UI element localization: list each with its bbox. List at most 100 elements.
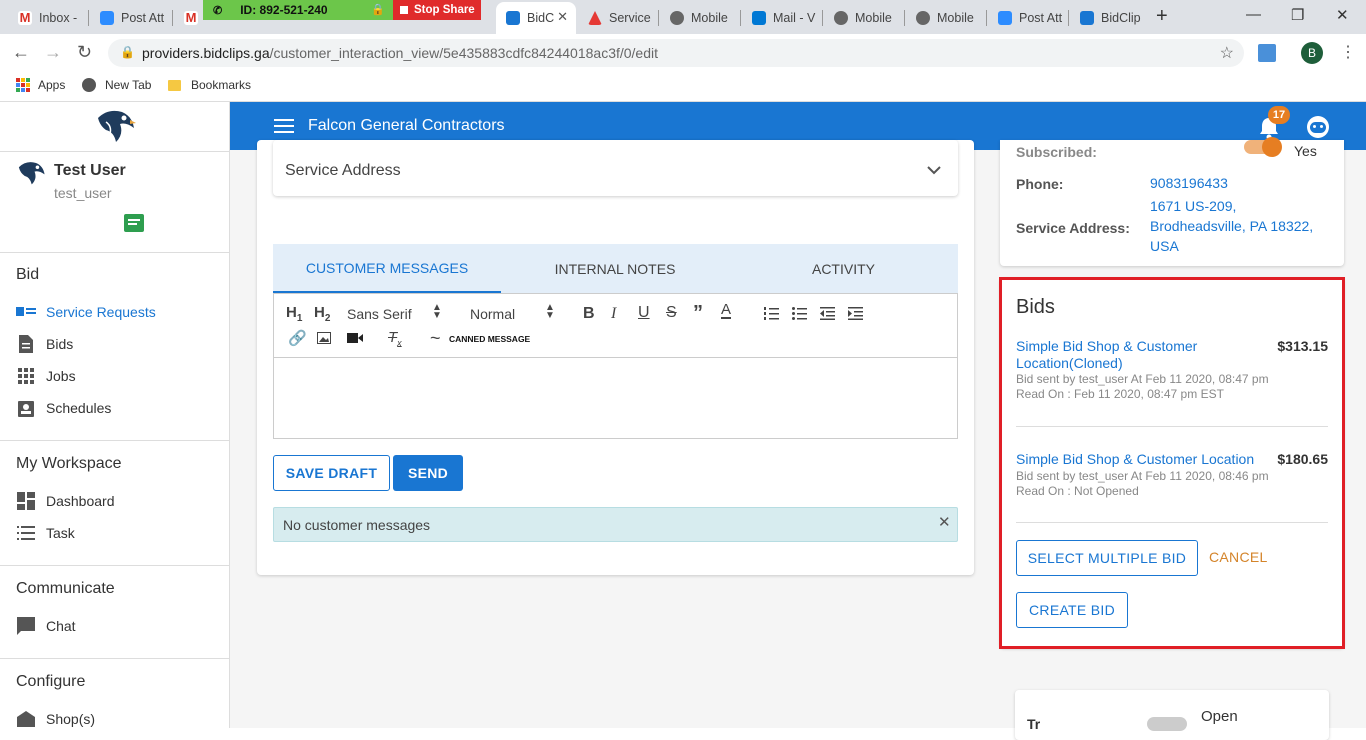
lock-icon: 🔒 bbox=[120, 45, 135, 59]
stop-share-label: Stop Share bbox=[414, 4, 475, 16]
sidebar-item-shops[interactable]: Shop(s) bbox=[16, 710, 95, 728]
browser-tab[interactable]: Post Att bbox=[90, 5, 170, 31]
maximize-icon[interactable]: ❐ bbox=[1291, 6, 1304, 24]
sidebar-item-jobs[interactable]: Jobs bbox=[16, 367, 76, 385]
no-messages-alert: No customer messages ✕ bbox=[273, 507, 958, 542]
bold-icon[interactable]: B bbox=[583, 305, 595, 323]
browser-tab[interactable]: Post Att bbox=[988, 5, 1068, 31]
section-my-workspace: My Workspace bbox=[16, 455, 122, 472]
url-input[interactable]: 🔒 providers.bidclips.ga/customer_interac… bbox=[108, 39, 1244, 67]
heading1-icon[interactable]: H1 bbox=[286, 304, 302, 324]
minimize-icon[interactable]: — bbox=[1246, 6, 1261, 23]
browser-tab[interactable]: Mobile bbox=[824, 5, 904, 31]
tilde-icon[interactable]: ~ bbox=[430, 328, 441, 349]
text-color-icon[interactable]: A bbox=[721, 302, 732, 319]
tab-customer-messages[interactable]: CUSTOMER MESSAGES bbox=[273, 244, 501, 293]
forward-icon[interactable]: → bbox=[44, 42, 62, 63]
bookmark-apps[interactable]: Apps bbox=[16, 78, 65, 92]
reload-icon[interactable]: ↻ bbox=[77, 42, 92, 63]
customer-details-card: Subscribed: Yes Phone: 9083196433 Servic… bbox=[1000, 137, 1344, 266]
chevron-down-icon[interactable] bbox=[927, 166, 941, 175]
tab-activity[interactable]: ACTIVITY bbox=[729, 244, 958, 293]
close-window-icon[interactable]: ✕ bbox=[1336, 6, 1349, 24]
browser-tab[interactable]: Mobile bbox=[660, 5, 740, 31]
list-icon bbox=[16, 524, 36, 542]
save-draft-button[interactable]: SAVE DRAFT bbox=[273, 455, 390, 491]
bookmark-new-tab[interactable]: New Tab bbox=[82, 78, 151, 92]
browser-tab[interactable]: M bbox=[174, 5, 204, 31]
company-title: Falcon General Contractors bbox=[308, 117, 505, 134]
bullet-list-icon[interactable] bbox=[792, 307, 807, 320]
browser-tab[interactable]: M Inbox - bbox=[8, 5, 88, 31]
heading2-icon[interactable]: H2 bbox=[314, 304, 330, 324]
browser-tab[interactable]: Mail - V bbox=[742, 5, 822, 31]
browser-tab-active[interactable]: BidC ✕ bbox=[496, 2, 576, 34]
message-body-input[interactable] bbox=[274, 358, 957, 438]
sidebar-item-dashboard[interactable]: Dashboard bbox=[16, 492, 115, 510]
back-icon[interactable]: ← bbox=[12, 42, 30, 63]
italic-icon[interactable]: I bbox=[611, 305, 616, 323]
phone-value[interactable]: 9083196433 bbox=[1150, 173, 1228, 193]
sidebar-item-chat[interactable]: Chat bbox=[16, 617, 76, 635]
account-icon[interactable] bbox=[1307, 116, 1329, 138]
bookmark-label: Apps bbox=[38, 78, 66, 92]
sidebar-item-bids[interactable]: Bids bbox=[16, 335, 73, 353]
service-address-value[interactable]: 1671 US-209, Brodheadsville, PA 18322, U… bbox=[1150, 196, 1330, 256]
clear-format-icon[interactable]: Tx bbox=[388, 329, 402, 348]
grid-icon bbox=[16, 367, 36, 385]
tab-label: Mobile bbox=[937, 11, 974, 25]
underline-icon[interactable]: U bbox=[638, 304, 650, 322]
section-communicate: Communicate bbox=[16, 580, 115, 597]
status-toggle[interactable] bbox=[1147, 717, 1187, 731]
service-icon bbox=[588, 11, 602, 25]
bidclips-icon bbox=[506, 11, 520, 25]
indent-icon[interactable] bbox=[848, 307, 863, 320]
tab-label: BidClip bbox=[1101, 11, 1141, 25]
font-family-select[interactable]: Sans Serif bbox=[347, 306, 412, 322]
status-value: Open bbox=[1201, 708, 1238, 725]
strikethrough-icon[interactable]: S bbox=[666, 304, 677, 322]
zoom-meeting-bar[interactable]: ✆ ID: 892-521-240 🔒 bbox=[203, 0, 393, 20]
stop-share-button[interactable]: Stop Share bbox=[393, 0, 481, 20]
interaction-card: Service Address CUSTOMER MESSAGES INTERN… bbox=[257, 140, 974, 575]
send-button[interactable]: SEND bbox=[393, 455, 463, 491]
bookmark-label: New Tab bbox=[105, 78, 152, 92]
blockquote-icon[interactable]: ” bbox=[693, 302, 703, 325]
phone-icon: ✆ bbox=[213, 4, 223, 17]
sidebar-item-label: Shop(s) bbox=[46, 711, 96, 727]
outdent-icon[interactable] bbox=[820, 307, 835, 320]
rich-text-editor: H1 H2 Sans Serif ▲ ▼ Normal ▲ ▼ B I U S ” … bbox=[273, 293, 958, 439]
browser-tab[interactable]: BidClip bbox=[1070, 5, 1146, 31]
message-tabs: CUSTOMER MESSAGES INTERNAL NOTES ACTIVIT… bbox=[273, 244, 958, 293]
bookmark-label: Bookmarks bbox=[191, 78, 252, 92]
service-address-panel[interactable]: Service Address bbox=[273, 140, 958, 196]
id-card-icon bbox=[16, 303, 36, 321]
sidebar-item-schedules[interactable]: Schedules bbox=[16, 399, 111, 417]
close-tab-icon[interactable]: ✕ bbox=[557, 9, 568, 25]
profile-avatar[interactable]: B bbox=[1301, 42, 1323, 64]
message-icon[interactable] bbox=[124, 214, 144, 232]
new-tab-icon[interactable]: + bbox=[1156, 5, 1168, 28]
hamburger-menu-icon[interactable] bbox=[274, 119, 294, 133]
sidebar-item-label: Bids bbox=[46, 336, 74, 352]
bookmark-folder[interactable]: Bookmarks bbox=[168, 78, 251, 92]
sidebar-item-service-requests[interactable]: Service Requests bbox=[16, 303, 156, 321]
close-icon[interactable]: ✕ bbox=[938, 513, 951, 531]
font-size-select[interactable]: Normal bbox=[470, 306, 515, 322]
link-icon[interactable]: 🔗 bbox=[288, 329, 307, 347]
tab-internal-notes[interactable]: INTERNAL NOTES bbox=[501, 244, 729, 293]
browser-tab[interactable]: Service bbox=[578, 5, 658, 31]
image-icon[interactable] bbox=[317, 332, 331, 344]
sidebar-item-task[interactable]: Task bbox=[16, 524, 75, 542]
ordered-list-icon[interactable] bbox=[764, 307, 779, 320]
browser-tab[interactable]: Mobile bbox=[906, 5, 986, 31]
user-avatar bbox=[18, 162, 45, 185]
extension-icon[interactable] bbox=[1258, 44, 1276, 62]
sidebar-item-label: Schedules bbox=[46, 400, 112, 416]
canned-message-button[interactable]: CANNED MESSAGE bbox=[449, 334, 530, 344]
video-icon[interactable] bbox=[347, 333, 363, 343]
store-icon bbox=[16, 710, 36, 728]
browser-tab-bar: M Inbox - Post Att M ✆ ID: 892-521-240 🔒 … bbox=[0, 0, 1366, 34]
more-menu-icon[interactable]: ⋮ bbox=[1340, 42, 1356, 62]
star-icon[interactable]: ☆ bbox=[1220, 43, 1234, 63]
